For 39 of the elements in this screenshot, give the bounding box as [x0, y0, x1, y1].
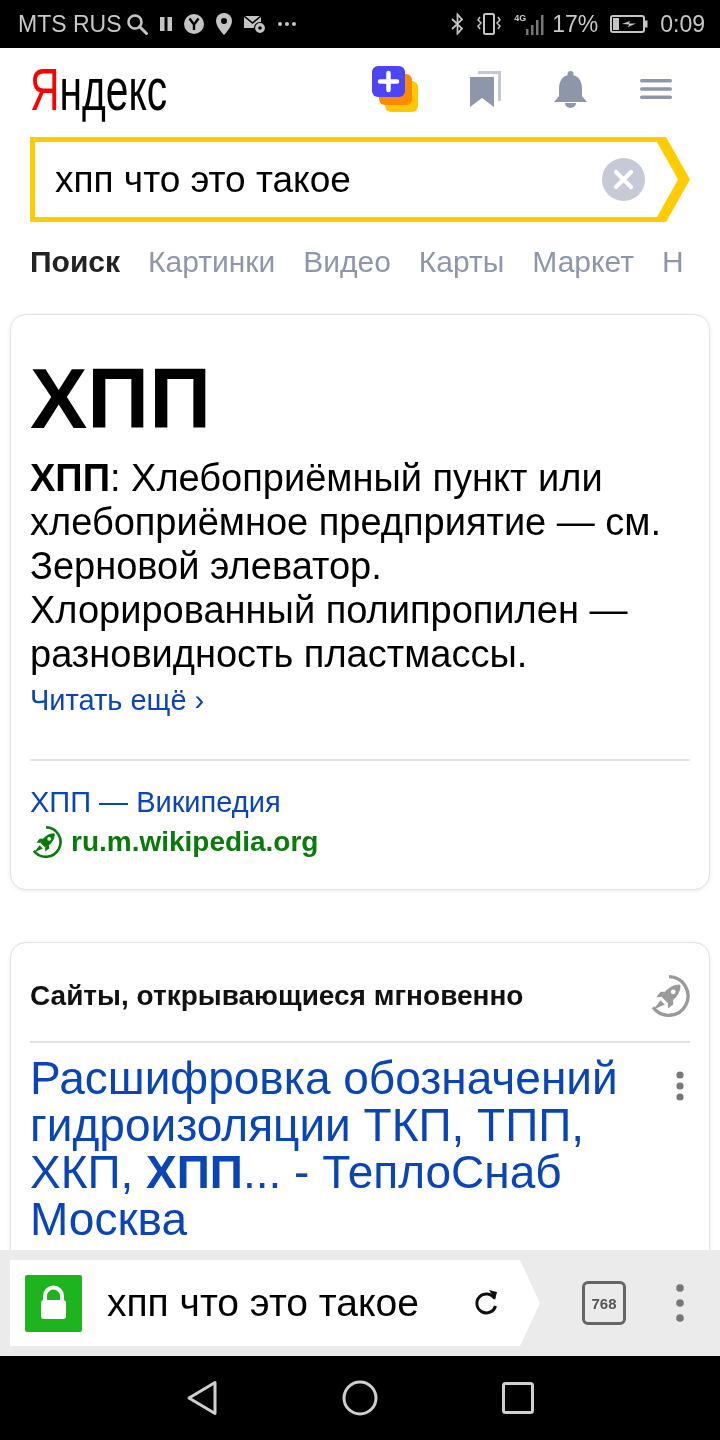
source-url[interactable]: ru.m.wikipedia.org	[71, 824, 319, 860]
carrier-name: MTS RUS	[18, 10, 122, 38]
home-icon[interactable]	[342, 1380, 378, 1416]
bookmarks-icon[interactable]	[470, 71, 501, 107]
more-icon[interactable]	[676, 1284, 684, 1322]
mail-settings-icon	[243, 14, 266, 34]
menu-icon[interactable]	[640, 79, 672, 99]
pause-icon	[159, 17, 172, 31]
tab[interactable]: Поиск	[30, 244, 121, 280]
address-field[interactable]: хпп что это такое	[10, 1260, 540, 1346]
stacked-plus-icon[interactable]	[372, 66, 418, 112]
battery-percent: 17%	[552, 10, 599, 38]
more-icon[interactable]	[676, 1071, 684, 1101]
search-icon	[125, 13, 148, 35]
vibrate-icon	[476, 13, 503, 35]
battery-icon	[610, 15, 649, 33]
location-pin-icon	[215, 13, 232, 35]
bell-icon[interactable]	[553, 70, 588, 108]
tab-count-button[interactable]: 768	[582, 1281, 626, 1325]
more-icon	[277, 22, 296, 26]
section-heading: Сайты, открывающиеся мгновенно	[30, 980, 524, 1012]
bluetooth-icon	[451, 13, 465, 35]
recents-icon[interactable]	[502, 1382, 534, 1414]
search-field[interactable]: хпп что это такое	[30, 137, 690, 222]
read-more-link[interactable]: Читать ещё ›	[30, 682, 205, 718]
signal-icon	[526, 13, 545, 35]
fact-title: ХПП	[30, 355, 212, 441]
lock-icon[interactable]	[25, 1274, 82, 1332]
definition-text: Хлорированный полипропилен — разновидность пластмассы.	[30, 588, 629, 676]
source-link[interactable]: ХПП — Википедия	[30, 784, 281, 820]
reload-icon[interactable]	[472, 1289, 500, 1317]
result-link[interactable]: Расшифровка обозначений гидроизоляции ТКП, ТПП, ХКП, ХПП... - ТеплоСнаб Москва	[30, 1055, 666, 1243]
definition-text: ХПП: Хлебоприёмный пункт или хлебоприёмное предприятие — см. Зерновой элеватор.	[30, 456, 663, 588]
network-type: 4G	[514, 13, 527, 23]
back-icon[interactable]	[186, 1380, 218, 1416]
logo[interactable]: Яндекс	[30, 59, 168, 121]
clock-time: 0:09	[660, 10, 705, 38]
rocket-icon	[30, 826, 62, 858]
y-logo-icon	[183, 14, 204, 34]
